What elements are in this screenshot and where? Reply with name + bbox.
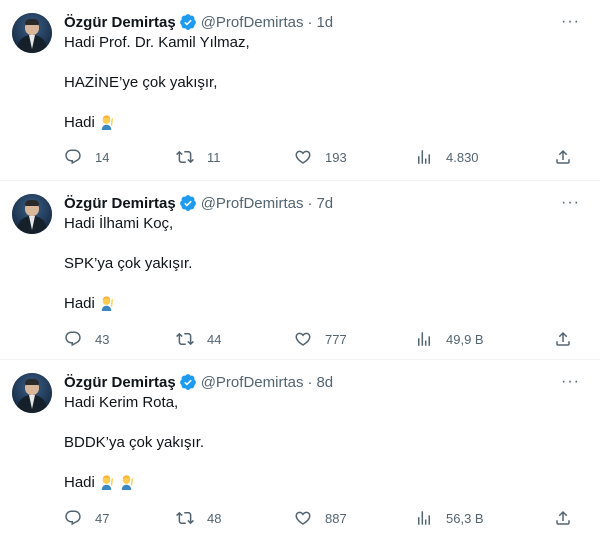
tweet-actions: 14 11 193 4.830 bbox=[64, 147, 580, 167]
like-button[interactable]: 193 bbox=[294, 147, 347, 167]
author-handle[interactable]: @ProfDemirtas bbox=[201, 195, 304, 212]
tweet-actions: 43 44 777 49,9 B bbox=[64, 329, 580, 349]
reply-icon bbox=[65, 510, 81, 526]
retweet-count: 44 bbox=[207, 331, 222, 347]
verified-badge-icon bbox=[179, 374, 196, 390]
avatar[interactable] bbox=[12, 194, 52, 234]
like-count: 777 bbox=[325, 331, 347, 347]
tweet-body: Hadi İlhami Koç, SPK’ya çok yakışır. Had… bbox=[64, 215, 193, 312]
retweet-count: 48 bbox=[207, 510, 222, 526]
reply-icon bbox=[65, 331, 81, 347]
tweet[interactable]: ··· Özgür Demirtaş @ProfDemirtas · 1d Ha… bbox=[0, 0, 600, 181]
author-handle[interactable]: @ProfDemirtas bbox=[201, 14, 304, 31]
tweet-body: Hadi Prof. Dr. Kamil Yılmaz, HAZİNE’ye ç… bbox=[64, 34, 250, 131]
view-count: 4.830 bbox=[446, 149, 479, 165]
view-count: 56,3 B bbox=[446, 510, 484, 526]
retweet-count: 11 bbox=[207, 149, 221, 165]
person-raising-hand-emoji-icon bbox=[121, 475, 133, 490]
separator-dot: · bbox=[307, 194, 313, 212]
view-count: 49,9 B bbox=[446, 331, 484, 347]
views-button[interactable]: 56,3 B bbox=[415, 508, 484, 528]
share-button[interactable] bbox=[554, 147, 572, 167]
tweet-text: Hadi Kerim Rota, BDDK’ya çok yakışır. Ha… bbox=[64, 393, 584, 493]
heart-icon bbox=[295, 150, 311, 164]
reply-button[interactable]: 47 bbox=[64, 508, 109, 528]
more-options-icon[interactable]: ··· bbox=[561, 195, 580, 211]
views-button[interactable]: 49,9 B bbox=[415, 329, 484, 349]
verified-badge-icon bbox=[179, 14, 196, 30]
reply-button[interactable]: 43 bbox=[64, 329, 109, 349]
like-button[interactable]: 887 bbox=[294, 508, 347, 528]
analytics-icon bbox=[418, 511, 430, 525]
retweet-icon bbox=[176, 150, 194, 164]
like-count: 887 bbox=[325, 510, 347, 526]
tweet-header: Özgür Demirtaş @ProfDemirtas · 1d bbox=[64, 12, 584, 32]
more-options-icon[interactable]: ··· bbox=[561, 374, 580, 390]
tweet-time[interactable]: 1d bbox=[316, 14, 333, 31]
tweet-actions: 47 48 887 56,3 B bbox=[64, 508, 580, 528]
analytics-icon bbox=[418, 332, 430, 346]
person-raising-hand-emoji-icon bbox=[101, 475, 113, 490]
tweet[interactable]: ··· Özgür Demirtaş @ProfDemirtas · 7d Ha… bbox=[0, 181, 600, 360]
reply-icon bbox=[65, 149, 81, 165]
person-raising-hand-emoji-icon bbox=[101, 115, 113, 130]
retweet-button[interactable]: 44 bbox=[176, 329, 221, 349]
heart-icon bbox=[295, 511, 311, 525]
tweet-text: Hadi İlhami Koç, SPK’ya çok yakışır. Had… bbox=[64, 214, 584, 314]
share-button[interactable] bbox=[554, 329, 572, 349]
tweet-text: Hadi Prof. Dr. Kamil Yılmaz, HAZİNE’ye ç… bbox=[64, 33, 584, 133]
share-button[interactable] bbox=[554, 508, 572, 528]
heart-icon bbox=[295, 332, 311, 346]
person-raising-hand-emoji-icon bbox=[101, 296, 113, 311]
retweet-button[interactable]: 48 bbox=[176, 508, 221, 528]
share-icon bbox=[556, 510, 570, 525]
reply-button[interactable]: 14 bbox=[64, 147, 109, 167]
avatar[interactable] bbox=[12, 13, 52, 53]
share-icon bbox=[556, 331, 570, 346]
like-button[interactable]: 777 bbox=[294, 329, 347, 349]
tweet-time[interactable]: 8d bbox=[316, 374, 333, 391]
tweet-time[interactable]: 7d bbox=[316, 195, 333, 212]
timeline: ··· Özgür Demirtaş @ProfDemirtas · 1d Ha… bbox=[0, 0, 600, 539]
separator-dot: · bbox=[307, 373, 313, 391]
retweet-icon bbox=[176, 332, 194, 346]
author-name[interactable]: Özgür Demirtaş bbox=[64, 195, 176, 212]
tweet[interactable]: ··· Özgür Demirtaş @ProfDemirtas · 8d Ha… bbox=[0, 360, 600, 539]
avatar[interactable] bbox=[12, 373, 52, 413]
retweet-icon bbox=[176, 511, 194, 525]
more-options-icon[interactable]: ··· bbox=[561, 14, 580, 30]
views-button[interactable]: 4.830 bbox=[415, 147, 479, 167]
share-icon bbox=[556, 149, 570, 164]
reply-count: 47 bbox=[95, 510, 110, 526]
tweet-header: Özgür Demirtaş @ProfDemirtas · 7d bbox=[64, 193, 584, 213]
like-count: 193 bbox=[325, 149, 347, 165]
tweet-header: Özgür Demirtaş @ProfDemirtas · 8d bbox=[64, 372, 584, 392]
author-name[interactable]: Özgür Demirtaş bbox=[64, 374, 176, 391]
author-name[interactable]: Özgür Demirtaş bbox=[64, 14, 176, 31]
analytics-icon bbox=[418, 150, 430, 164]
reply-count: 14 bbox=[95, 149, 110, 165]
verified-badge-icon bbox=[179, 195, 196, 211]
separator-dot: · bbox=[307, 13, 313, 31]
author-handle[interactable]: @ProfDemirtas bbox=[201, 374, 304, 391]
retweet-button[interactable]: 11 bbox=[176, 147, 221, 167]
reply-count: 43 bbox=[95, 331, 110, 347]
